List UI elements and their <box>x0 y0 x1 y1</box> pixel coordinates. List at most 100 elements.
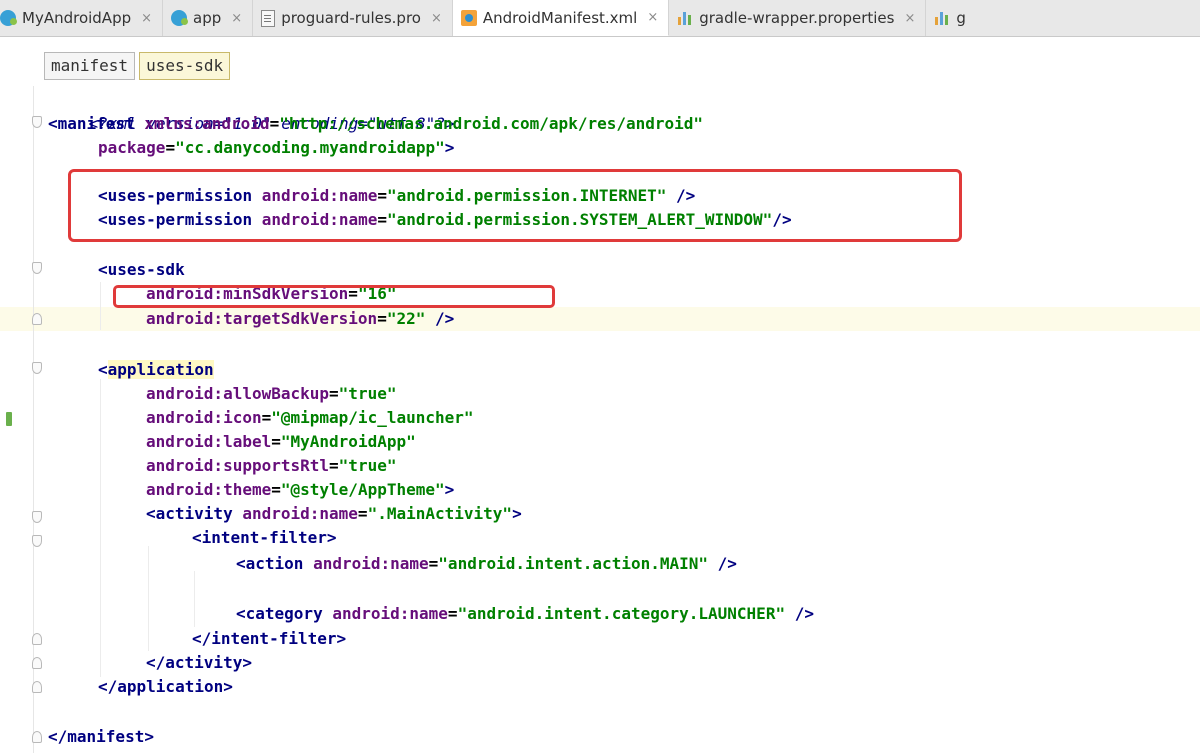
tag-close: /> <box>425 309 455 328</box>
attr-name: package <box>98 138 166 157</box>
fold-marker[interactable] <box>32 633 42 645</box>
close-icon[interactable]: × <box>231 11 242 26</box>
code-line-8: <uses-sdk <box>98 258 185 282</box>
tag-application: application <box>107 360 214 379</box>
fold-marker[interactable] <box>32 681 42 693</box>
attr-name: android:name <box>332 604 448 623</box>
code-line-3: package="cc.danycoding.myandroidapp"> <box>98 136 454 160</box>
code-line-15: android:label="MyAndroidApp" <box>146 430 416 454</box>
attr-name: xmlns:android <box>144 114 270 133</box>
attr-name: android:allowBackup <box>146 384 330 403</box>
code-line-18: <activity android:name=".MainActivity"> <box>146 502 522 526</box>
code-line-27: </manifest> <box>48 725 154 749</box>
equals: = <box>269 114 280 133</box>
equals: = <box>165 138 176 157</box>
close-icon[interactable]: × <box>431 11 442 26</box>
annotation-box-minsdk <box>113 285 555 308</box>
tag-close: > <box>444 480 455 499</box>
code-line-23: </intent-filter> <box>192 627 346 651</box>
attr-name: android:name <box>313 554 429 573</box>
fold-marker[interactable] <box>32 116 42 128</box>
fold-marker[interactable] <box>32 535 42 547</box>
tab-label: MyAndroidApp <box>22 9 132 27</box>
equals: = <box>329 456 339 475</box>
tag-activity-close: </activity> <box>146 653 252 672</box>
tag-category: <category <box>236 604 333 623</box>
tab-label: proguard-rules.pro <box>281 9 421 27</box>
tag-close: > <box>444 138 455 157</box>
attr-value: "@style/AppTheme" <box>280 480 445 499</box>
attr-name: android:label <box>146 432 272 451</box>
android-icon-marker <box>6 412 12 426</box>
code-line-16: android:supportsRtl="true" <box>146 454 396 478</box>
code-line-17: android:theme="@style/AppTheme"> <box>146 478 454 502</box>
equals: = <box>261 408 272 427</box>
code-line-22: <category android:name="android.intent.c… <box>236 602 814 626</box>
tab-androidmanifest[interactable]: AndroidManifest.xml × <box>452 0 670 36</box>
gutter-divider <box>33 86 34 753</box>
attr-name: android:supportsRtl <box>146 456 330 475</box>
attr-value: ".MainActivity" <box>367 504 513 523</box>
equals: = <box>271 480 281 499</box>
tag-close: > <box>512 504 522 523</box>
attr-value: "MyAndroidApp" <box>280 432 416 451</box>
properties-icon <box>934 10 950 26</box>
attr-value: "@mipmap/ic_launcher" <box>271 408 474 427</box>
code-line-25: </application> <box>98 675 233 699</box>
code-line-2: <manifest xmlns:android="http://schemas.… <box>48 112 703 136</box>
tag-action: <action <box>236 554 314 573</box>
code-line-13: android:allowBackup="true" <box>146 382 396 406</box>
fold-marker[interactable] <box>32 313 42 325</box>
tag-bracket: < <box>98 360 108 379</box>
code-line-20: <action android:name="android.intent.act… <box>236 552 737 576</box>
attr-value: "true" <box>338 456 397 475</box>
attr-value: "true" <box>338 384 397 403</box>
tag-intent-filter: <intent-filter> <box>192 528 337 547</box>
equals: = <box>447 604 458 623</box>
tag-manifest-open: <manifest <box>48 114 145 133</box>
attr-value: "22" <box>386 309 426 328</box>
close-icon[interactable]: × <box>141 11 152 26</box>
fold-marker[interactable] <box>32 511 42 523</box>
fold-marker[interactable] <box>32 362 42 374</box>
editor-tab-bar: MyAndroidApp × app × proguard-rules.pro … <box>0 0 1200 37</box>
equals: = <box>428 554 439 573</box>
tag-application-close: </application> <box>98 677 233 696</box>
tab-app[interactable]: app × <box>163 0 254 36</box>
breadcrumb-uses-sdk[interactable]: uses-sdk <box>139 52 231 80</box>
indent-guide <box>100 379 101 677</box>
attr-name: android:theme <box>146 480 272 499</box>
fold-marker[interactable] <box>32 731 42 743</box>
code-editor[interactable]: <?xml version="1.0" encoding="utf-8"?> <… <box>0 86 1200 753</box>
attr-name: android:name <box>242 504 358 523</box>
close-icon[interactable]: × <box>904 11 915 26</box>
breadcrumb: manifest uses-sdk <box>44 52 231 80</box>
attr-value: "http://schemas.android.com/apk/res/andr… <box>279 114 704 133</box>
tab-label: gradle-wrapper.properties <box>699 9 895 27</box>
indent-guide <box>194 571 195 627</box>
annotation-box-permissions <box>68 169 962 242</box>
tag-manifest-close: </manifest> <box>48 727 154 746</box>
equals: = <box>377 309 387 328</box>
equals: = <box>271 432 281 451</box>
tag-close: /> <box>785 604 814 623</box>
close-icon[interactable]: × <box>647 10 658 25</box>
tab-overflow[interactable]: g <box>926 0 976 36</box>
code-line-1: <?xml version="1.0" encoding="utf-8"?> <box>50 88 455 133</box>
file-icon <box>261 9 276 27</box>
attr-name: android:icon <box>146 408 262 427</box>
attr-value: "cc.danycoding.myandroidapp" <box>175 138 445 157</box>
code-line-10: android:targetSdkVersion="22" /> <box>146 307 454 331</box>
fold-marker[interactable] <box>32 262 42 274</box>
tab-myandroidapp[interactable]: MyAndroidApp × <box>0 0 164 36</box>
breadcrumb-manifest[interactable]: manifest <box>44 52 136 80</box>
tab-label: g <box>956 9 966 27</box>
attr-name: android:targetSdkVersion <box>146 309 378 328</box>
attr-value: "android.intent.action.MAIN" <box>438 554 709 573</box>
fold-marker[interactable] <box>32 657 42 669</box>
attr-value: "android.intent.category.LAUNCHER" <box>457 604 786 623</box>
tab-gradle-wrapper[interactable]: gradle-wrapper.properties × <box>669 0 927 36</box>
code-line-19: <intent-filter> <box>192 526 337 550</box>
tab-proguard-rules[interactable]: proguard-rules.pro × <box>253 0 453 36</box>
equals: = <box>329 384 339 403</box>
